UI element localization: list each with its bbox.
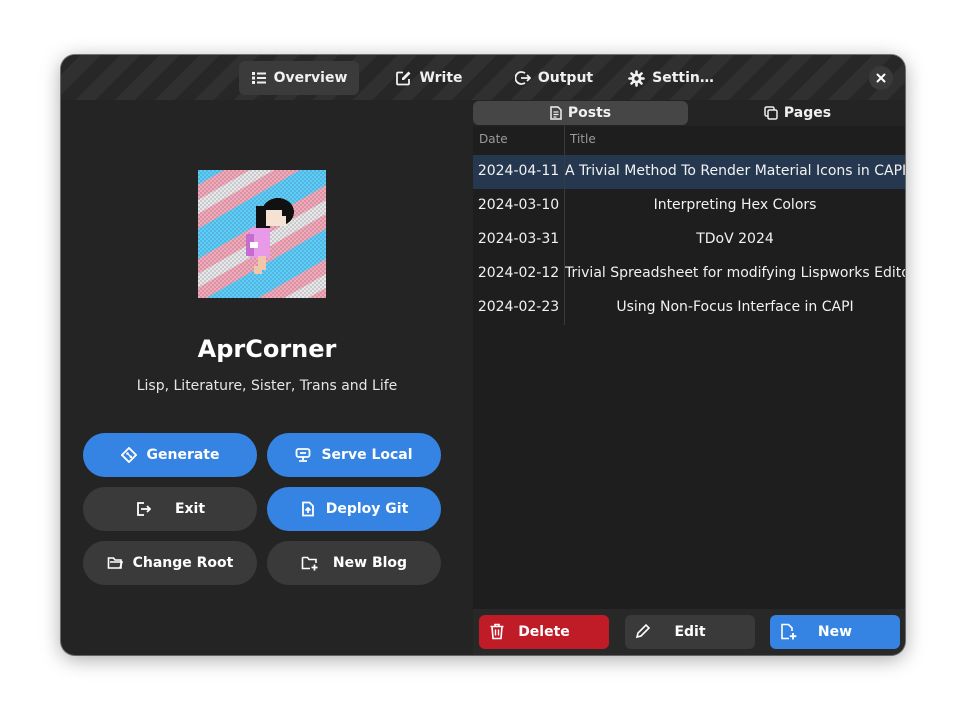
exit-button-label: Exit [174, 501, 206, 517]
row-title: Interpreting Hex Colors [653, 197, 817, 213]
blog-subtitle: Lisp, Literature, Sister, Trans and Life [136, 378, 398, 394]
tab-pages[interactable]: Pages [690, 101, 905, 125]
upload-file-icon [301, 501, 314, 517]
tab-overview[interactable]: Overview [239, 61, 359, 95]
git-icon [120, 447, 137, 463]
table-row[interactable]: 2024-04-11 A Trivial Method To Render Ma… [473, 155, 905, 189]
table-row[interactable]: 2024-03-10 Interpreting Hex Colors [473, 189, 905, 223]
logout-icon [514, 71, 531, 85]
row-title: A Trivial Method To Render Material Icon… [565, 163, 905, 179]
table-header: Date Title [473, 126, 905, 152]
folder-open-icon [107, 557, 123, 569]
list-icon [251, 72, 266, 84]
tab-write-label: Write [419, 70, 463, 86]
folder-add-icon [301, 556, 318, 571]
new-button[interactable]: New [770, 615, 900, 649]
serve-local-button[interactable]: Serve Local [267, 433, 441, 477]
row-date: 2024-02-12 [477, 265, 560, 281]
column-header-date[interactable]: Date [479, 132, 508, 146]
row-title: TDoV 2024 [696, 231, 774, 247]
row-date: 2024-03-31 [477, 231, 560, 247]
posts-table: Date Title 2024-04-11 A Trivial Method T… [473, 126, 905, 609]
file-add-icon [781, 623, 797, 640]
table-row[interactable]: 2024-03-31 TDoV 2024 [473, 223, 905, 257]
deploy-git-button[interactable]: Deploy Git [267, 487, 441, 531]
row-date: 2024-03-10 [477, 197, 560, 213]
column-separator [564, 126, 565, 325]
change-root-button-label: Change Root [132, 555, 234, 571]
gear-icon [628, 69, 645, 87]
exit-icon [137, 502, 151, 516]
close-button[interactable] [869, 66, 893, 90]
copy-pages-icon [764, 106, 778, 120]
exit-button[interactable]: Exit [83, 487, 257, 531]
tab-pages-label: Pages [783, 105, 832, 121]
tab-output[interactable]: Output [499, 61, 609, 95]
action-bar: Delete Edit New [473, 609, 905, 655]
tab-posts[interactable]: Posts [473, 101, 688, 125]
table-row[interactable]: 2024-02-23 Using Non-Focus Interface in … [473, 291, 905, 325]
generate-button-label: Generate [146, 447, 220, 463]
edit-icon [396, 71, 411, 85]
new-blog-button[interactable]: New Blog [267, 541, 441, 585]
column-header-title[interactable]: Title [570, 132, 596, 146]
tab-settings[interactable]: Settin… [621, 61, 721, 95]
new-blog-button-label: New Blog [332, 555, 408, 571]
tab-write[interactable]: Write [379, 61, 479, 95]
document-icon [550, 106, 562, 120]
monitor-icon [296, 448, 311, 462]
edit-button[interactable]: Edit [625, 615, 755, 649]
deploy-git-button-label: Deploy Git [325, 501, 409, 517]
trash-icon [490, 623, 504, 640]
blog-title: AprCorner [197, 335, 337, 363]
header-bar: Overview Write Output Settin… [61, 55, 905, 100]
change-root-button[interactable]: Change Root [83, 541, 257, 585]
pencil-icon [635, 623, 651, 639]
content-switcher: Posts Pages [473, 100, 905, 126]
row-date: 2024-02-23 [477, 299, 560, 315]
row-date: 2024-04-11 [477, 163, 560, 179]
close-icon [876, 73, 886, 83]
tab-settings-label: Settin… [652, 70, 714, 86]
tab-posts-label: Posts [567, 105, 612, 121]
row-title: Trivial Spreadsheet for modifying Lispwo… [565, 265, 905, 281]
tab-output-label: Output [537, 70, 594, 86]
table-row[interactable]: 2024-02-12 Trivial Spreadsheet for modif… [473, 257, 905, 291]
generate-button[interactable]: Generate [83, 433, 257, 477]
row-title: Using Non-Focus Interface in CAPI [616, 299, 854, 315]
serve-local-button-label: Serve Local [321, 447, 413, 463]
app-window: Overview Write Output Settin… AprCorner … [61, 55, 905, 655]
blog-avatar [198, 170, 326, 298]
tab-overview-label: Overview [273, 70, 348, 86]
delete-button[interactable]: Delete [479, 615, 609, 649]
